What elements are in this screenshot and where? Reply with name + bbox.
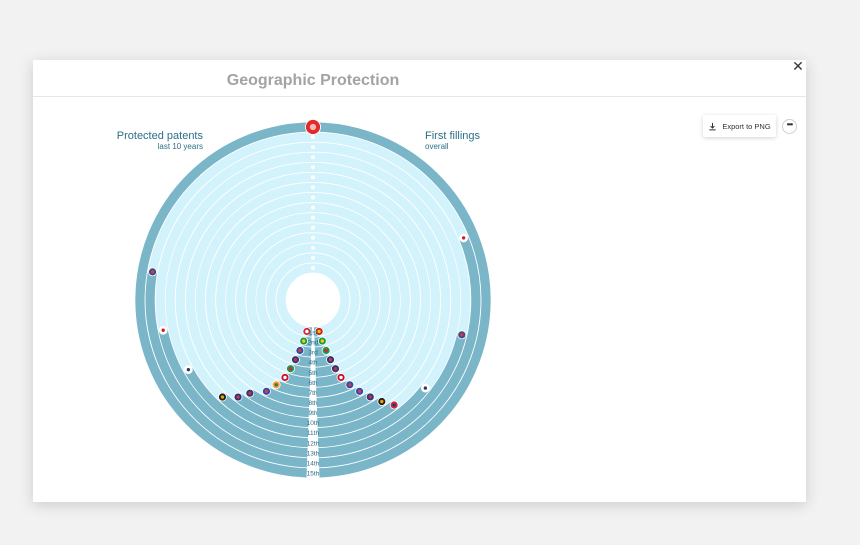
flag-left-12th[interactable] — [291, 355, 300, 365]
left-series-name: Protected patents — [117, 130, 204, 142]
radial-chart: 1st 2nd 3rd 4th 5th 6th 7th 8th 9th 10th 11th 12th 1… — [117, 119, 491, 477]
flag-left-6th[interactable] — [233, 392, 243, 402]
ring-tick-13 — [311, 145, 315, 150]
rank-label-15: 15th — [307, 470, 320, 477]
rank-label-8: 8th — [308, 400, 317, 407]
flag-right-9th[interactable] — [345, 380, 355, 390]
ring-tick-5 — [311, 225, 315, 230]
rank-label-3: 3rd — [308, 350, 318, 357]
rank-label-7: 7th — [308, 390, 317, 397]
flag-left-14th[interactable] — [299, 336, 309, 346]
rank-label-14: 14th — [307, 460, 320, 467]
flag-right-3rd[interactable] — [457, 330, 467, 340]
rank-label-4: 4th — [308, 360, 317, 367]
rank-label-9: 9th — [308, 410, 317, 417]
flag-left-3rd[interactable] — [158, 325, 168, 335]
ring-tick-4 — [311, 235, 315, 240]
rank-label-6: 6th — [308, 380, 317, 387]
rank-label-10: 10th — [307, 420, 320, 427]
ring-tick-9 — [311, 185, 315, 190]
ring-track-right-1 — [312, 263, 350, 337]
ring-tick-6 — [311, 215, 315, 220]
rank-label-13: 13th — [307, 450, 320, 457]
flag-right-8th[interactable] — [355, 386, 364, 396]
rank-label-2: 2nd — [308, 340, 319, 347]
ring-tick-12 — [311, 155, 315, 160]
flag-right-6th[interactable] — [377, 397, 387, 406]
flag-left-2nd[interactable] — [148, 267, 157, 277]
flag-left-9th[interactable] — [271, 380, 281, 390]
flag-right-4th[interactable] — [420, 383, 430, 393]
flag-left-8th[interactable] — [262, 386, 271, 396]
ring-tick-11 — [311, 165, 315, 170]
ring-tick-7 — [311, 205, 315, 210]
ticks-layer — [311, 125, 315, 270]
ring-tick-2 — [311, 255, 315, 260]
flag-right-7th[interactable] — [365, 392, 375, 402]
rank-label-1: 1st — [309, 330, 318, 337]
left-series-subtitle: last 10 years — [158, 142, 203, 151]
rank-label-12: 12th — [307, 440, 320, 447]
ring-tick-3 — [311, 245, 315, 250]
flag-left-5th[interactable] — [218, 392, 227, 402]
flag-right-13th[interactable] — [321, 346, 331, 355]
flag-right-14th[interactable] — [317, 336, 327, 346]
ring-tick-1 — [311, 265, 315, 270]
flag-right-1st[interactable] — [305, 119, 321, 135]
right-series-name: First fillings — [425, 130, 481, 142]
right-series-subtitle: overall — [425, 142, 449, 151]
flag-left-10th[interactable] — [280, 373, 290, 382]
rank-label-11: 11th — [307, 430, 320, 437]
flag-right-11th[interactable] — [331, 364, 340, 374]
ring-track-left-1 — [276, 263, 314, 337]
chart-card: Geographic Protection ✕ Export to PNG ••… — [33, 59, 806, 502]
flag-left-7th[interactable] — [245, 388, 255, 398]
flag-right-12th[interactable] — [326, 355, 335, 365]
ring-tick-10 — [311, 175, 315, 180]
ring-tick-8 — [311, 195, 315, 200]
flag-right-10th[interactable] — [336, 373, 346, 382]
flag-left-11th[interactable] — [286, 364, 295, 374]
rank-label-5: 5th — [308, 370, 317, 377]
flag-right-2nd[interactable] — [459, 233, 469, 243]
flag-left-4th[interactable] — [183, 365, 193, 375]
ring-tick-14 — [311, 135, 315, 140]
flag-left-13th[interactable] — [295, 346, 305, 355]
flag-right-5th[interactable] — [389, 400, 399, 410]
